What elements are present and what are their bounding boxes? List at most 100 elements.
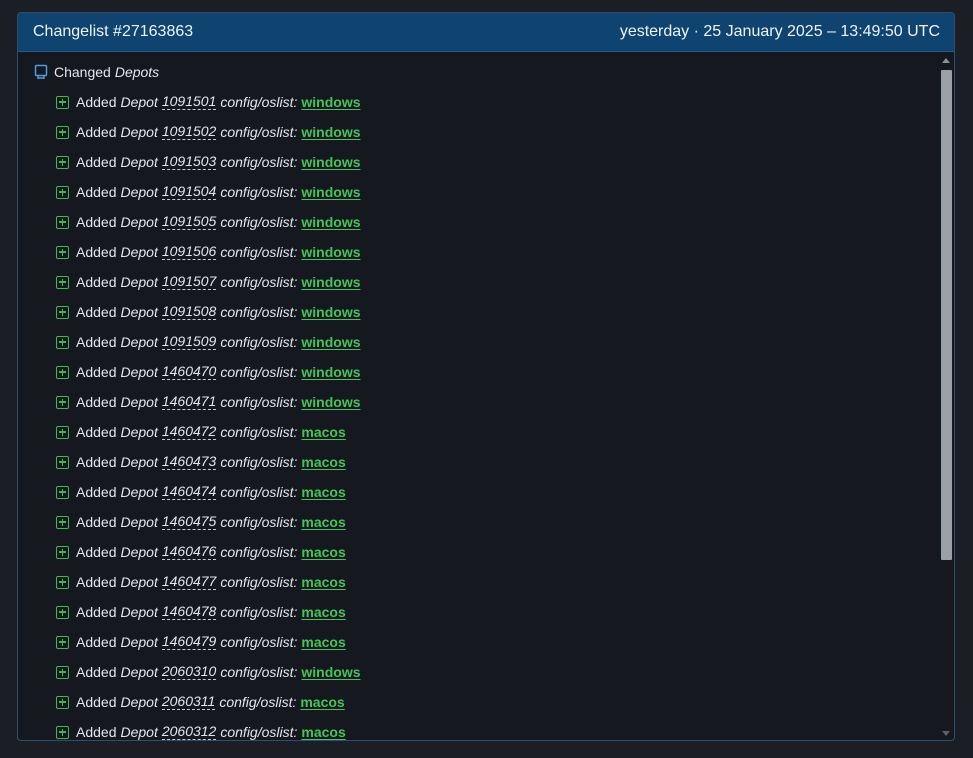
os-value-link[interactable]: macos: [301, 424, 345, 440]
depot-id-link[interactable]: 1091501: [161, 94, 217, 110]
os-value-link[interactable]: macos: [301, 604, 345, 620]
type-label: Depot: [120, 424, 158, 440]
scrollbar-thumb[interactable]: [941, 70, 952, 560]
depot-id-link[interactable]: 1091508: [161, 304, 217, 320]
action-label: Added: [76, 664, 117, 680]
os-value-link[interactable]: windows: [301, 394, 360, 410]
action-label: Added: [76, 574, 117, 590]
depot-id-link[interactable]: 1460476: [161, 544, 217, 560]
key-label: config/oslist:: [220, 214, 298, 230]
added-plus-icon: [56, 95, 69, 109]
type-label: Depot: [120, 334, 158, 350]
os-value-link[interactable]: macos: [301, 454, 345, 470]
added-plus-icon: [56, 155, 69, 169]
list-item: Added Depot 2060311 config/oslist: macos: [34, 687, 954, 717]
type-label: Depot: [120, 454, 158, 470]
list-item: Added Depot 1460473 config/oslist: macos: [34, 447, 954, 477]
os-value-link[interactable]: macos: [301, 634, 345, 650]
depot-id-link[interactable]: 1091503: [161, 154, 217, 170]
depot-id-link[interactable]: 1460473: [161, 454, 217, 470]
changelist-title: Changelist #27163863: [33, 23, 194, 40]
depot-id-link[interactable]: 2060310: [161, 664, 217, 680]
os-value-link[interactable]: macos: [301, 544, 345, 560]
change-list: Changed Depots Added Depot 1091501 config/o…: [18, 52, 954, 740]
type-label: Depot: [120, 574, 158, 590]
os-value-link[interactable]: windows: [301, 244, 360, 260]
depot-id-link[interactable]: 1460474: [161, 484, 217, 500]
os-value-link[interactable]: macos: [301, 514, 345, 530]
action-label: Added: [76, 94, 117, 110]
list-item: Added Depot 1460470 config/oslist: windows: [34, 357, 954, 387]
scrollbar[interactable]: [939, 56, 953, 738]
os-value-link[interactable]: windows: [301, 304, 360, 320]
action-label: Added: [76, 304, 117, 320]
os-value-link[interactable]: macos: [301, 484, 345, 500]
added-plus-icon: [56, 455, 69, 469]
action-label: Added: [76, 694, 117, 710]
action-label: Added: [76, 724, 117, 740]
type-label: Depot: [120, 304, 158, 320]
depot-id-link[interactable]: 2060311: [161, 694, 216, 710]
os-value-link[interactable]: windows: [301, 184, 360, 200]
added-plus-icon: [56, 425, 69, 439]
depot-id-link[interactable]: 1091502: [161, 124, 217, 140]
depot-id-link[interactable]: 1091507: [161, 274, 217, 290]
type-label: Depot: [120, 664, 158, 680]
rows-container: Added Depot 1091501 config/oslist: windows Ad…: [34, 87, 954, 740]
list-item: Added Depot 1460474 config/oslist: macos: [34, 477, 954, 507]
key-label: config/oslist:: [220, 304, 298, 320]
list-item: Added Depot 1460477 config/oslist: macos: [34, 567, 954, 597]
os-value-link[interactable]: macos: [301, 574, 345, 590]
os-value-link[interactable]: windows: [301, 124, 360, 140]
key-label: config/oslist:: [220, 544, 298, 560]
group-name: Depots: [114, 64, 160, 80]
depot-id-link[interactable]: 1460472: [161, 424, 217, 440]
key-label: config/oslist:: [220, 274, 298, 290]
added-plus-icon: [56, 485, 69, 499]
action-label: Added: [76, 634, 117, 650]
list-item: Added Depot 1460479 config/oslist: macos: [34, 627, 954, 657]
os-value-link[interactable]: windows: [301, 364, 360, 380]
action-label: Added: [76, 454, 117, 470]
type-label: Depot: [120, 364, 158, 380]
os-value-link[interactable]: windows: [301, 274, 360, 290]
type-label: Depot: [120, 604, 158, 620]
group-prefix: Changed: [54, 64, 111, 80]
key-label: config/oslist:: [220, 394, 298, 410]
depot-id-link[interactable]: 1460478: [161, 604, 217, 620]
type-label: Depot: [120, 394, 158, 410]
depot-id-link[interactable]: 1460479: [161, 634, 217, 650]
added-plus-icon: [56, 605, 69, 619]
scroll-up-arrow-icon[interactable]: [942, 58, 950, 63]
list-item: Added Depot 1460476 config/oslist: macos: [34, 537, 954, 567]
group-heading: Changed Depots: [34, 57, 954, 87]
depot-icon: [34, 64, 48, 80]
added-plus-icon: [56, 215, 69, 229]
os-value-link[interactable]: macos: [301, 724, 345, 740]
action-label: Added: [76, 544, 117, 560]
os-value-link[interactable]: windows: [301, 154, 360, 170]
depot-id-link[interactable]: 1460471: [161, 394, 217, 410]
os-value-link[interactable]: macos: [300, 694, 344, 710]
list-item: Added Depot 1091507 config/oslist: windows: [34, 267, 954, 297]
depot-id-link[interactable]: 1091504: [161, 184, 217, 200]
os-value-link[interactable]: windows: [301, 94, 360, 110]
added-plus-icon: [56, 395, 69, 409]
changelist-header: Changelist #27163863 yesterday · 25 Janu…: [18, 13, 954, 52]
os-value-link[interactable]: windows: [301, 334, 360, 350]
changelist-body[interactable]: Changed Depots Added Depot 1091501 config/o…: [18, 52, 954, 740]
action-label: Added: [76, 184, 117, 200]
os-value-link[interactable]: windows: [301, 214, 360, 230]
depot-id-link[interactable]: 1091506: [161, 244, 217, 260]
depot-id-link[interactable]: 1091505: [161, 214, 217, 230]
key-label: config/oslist:: [220, 604, 298, 620]
depot-id-link[interactable]: 1460477: [161, 574, 217, 590]
depot-id-link[interactable]: 2060312: [161, 724, 217, 740]
depot-id-link[interactable]: 1460470: [161, 364, 217, 380]
os-value-link[interactable]: windows: [301, 664, 360, 680]
action-label: Added: [76, 364, 117, 380]
depot-id-link[interactable]: 1460475: [161, 514, 217, 530]
scroll-down-arrow-icon[interactable]: [942, 731, 950, 736]
action-label: Added: [76, 394, 117, 410]
depot-id-link[interactable]: 1091509: [161, 334, 217, 350]
